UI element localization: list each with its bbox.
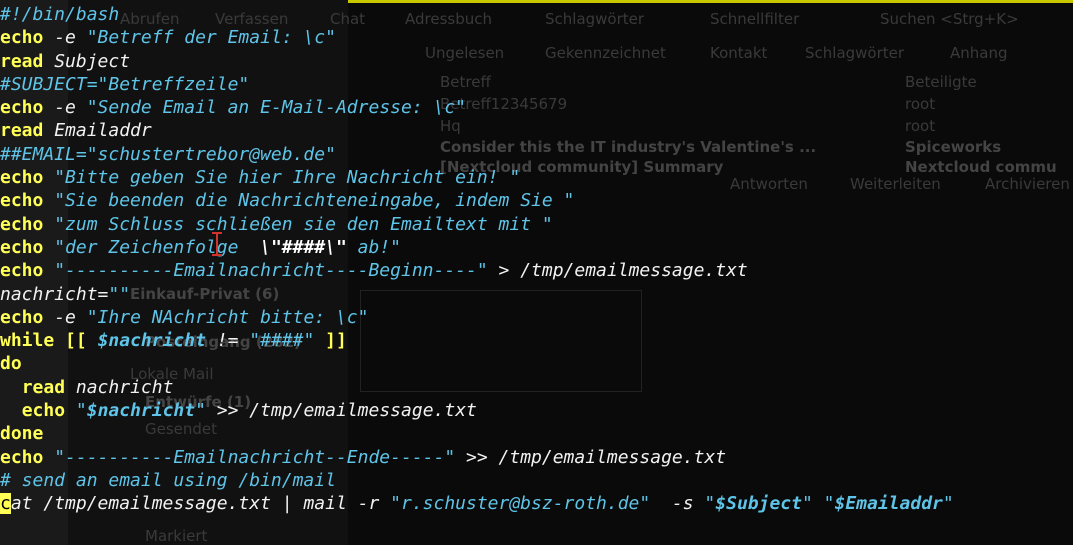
code-token: echo — [21, 400, 66, 422]
code-line[interactable]: read Subject — [0, 50, 1073, 73]
code-line[interactable]: ##EMAIL="schustertrebor@web.de" — [0, 143, 1073, 166]
code-token: at /tmp/emailmessage.txt | mail -r — [10, 493, 391, 515]
code-line[interactable]: echo "----------Emailnachricht--Ende----… — [0, 446, 1073, 469]
code-token: " — [801, 493, 813, 515]
code-token: echo — [0, 260, 44, 282]
code-token: nachricht= — [0, 283, 109, 305]
code-token: echo — [0, 236, 44, 258]
code-token: -e — [43, 97, 87, 119]
code-token: " — [823, 493, 835, 515]
code-token: " — [195, 400, 206, 422]
code-token: nachricht — [65, 376, 174, 398]
code-token: "Sende Email an E-Mail-Adresse: \c" — [86, 97, 467, 119]
code-token: echo — [0, 27, 44, 49]
code-token: \"####\" — [260, 236, 347, 258]
code-line[interactable]: read nachricht — [0, 376, 1073, 399]
code-token: "####" — [249, 330, 315, 352]
code-line[interactable]: echo "Bitte geben Sie hier Ihre Nachrich… — [0, 166, 1073, 189]
code-token: Emailaddr — [43, 120, 152, 142]
code-token: > /tmp/emailmessage.txt — [487, 260, 748, 282]
code-token: echo — [0, 306, 44, 328]
code-token: $nachricht — [97, 330, 206, 352]
code-line[interactable]: echo "Sie beenden die Nachrichteneingabe… — [0, 189, 1073, 212]
code-token: "der Zeichenfolge — [54, 236, 261, 258]
code-token: $Emailaddr — [834, 493, 943, 515]
terminal-cursor: c — [0, 493, 11, 515]
code-line[interactable]: do — [0, 352, 1073, 375]
code-line[interactable]: #SUBJECT="Betreffzeile" — [0, 73, 1073, 96]
code-line[interactable]: echo -e "Betreff der Email: \c" — [0, 26, 1073, 49]
code-token: "Sie beenden die Nachrichteneingabe, ind… — [54, 190, 575, 212]
code-token: "Ihre NAchricht bitte: \c" — [86, 306, 369, 328]
terminal-editor[interactable]: #!/bin/bash echo -e "Betreff der Email: \… — [0, 3, 1073, 545]
code-line[interactable]: echo "zum Schluss schließen sie den Emai… — [0, 213, 1073, 236]
code-token: echo — [0, 446, 44, 468]
code-line[interactable]: # send an email using /bin/mail — [0, 469, 1073, 492]
code-token: " — [75, 400, 87, 422]
code-line[interactable]: echo "----------Emailnachricht----Beginn… — [0, 259, 1073, 282]
code-token: "Bitte geben Sie hier Ihre Nachricht ein… — [54, 167, 521, 189]
code-token: ]] — [325, 330, 347, 352]
code-token: "" — [108, 283, 131, 305]
code-token: [[ — [65, 330, 87, 352]
code-line[interactable]: echo -e "Ihre NAchricht bitte: \c" — [0, 306, 1073, 329]
code-token: echo — [0, 97, 44, 119]
code-token: -e — [43, 306, 87, 328]
code-token: "Betreff der Email: \c" — [86, 27, 336, 49]
code-token: -e — [43, 27, 87, 49]
code-token: # send an email using /bin/mail — [0, 469, 336, 491]
code-token: $Subject — [715, 493, 802, 515]
code-token: echo — [0, 167, 44, 189]
code-line[interactable]: nachricht="" — [0, 283, 1073, 306]
code-token: read — [0, 50, 44, 72]
code-line[interactable]: echo -e "Sende Email an E-Mail-Adresse: … — [0, 96, 1073, 119]
code-token: $nachricht — [86, 400, 196, 422]
text-cursor-ibeam-icon — [212, 232, 222, 256]
code-token: != — [205, 330, 250, 352]
code-token: " — [942, 493, 954, 515]
code-token: >> /tmp/emailmessage.txt — [205, 400, 477, 422]
code-token: done — [0, 423, 44, 445]
code-token: echo — [0, 190, 44, 212]
code-token: ##EMAIL="schustertrebor@web.de" — [0, 143, 336, 165]
code-token: while — [0, 330, 55, 352]
code-token: "----------Emailnachricht----Beginn----" — [54, 260, 488, 282]
code-line[interactable]: read Emailaddr — [0, 119, 1073, 142]
code-token: "r.schuster@bsz-roth.de" — [390, 493, 651, 515]
code-line[interactable]: #!/bin/bash — [0, 3, 1073, 26]
code-token: echo — [0, 213, 44, 235]
code-token: " — [704, 493, 716, 515]
code-token: "zum Schluss schließen sie den Emailtext… — [54, 213, 553, 235]
code-token: Subject — [43, 50, 131, 72]
code-line[interactable]: echo "der Zeichenfolge \"####\" ab!" — [0, 236, 1073, 259]
code-token: ab!" — [346, 236, 401, 258]
code-token: read — [0, 120, 44, 142]
code-token: do — [0, 353, 22, 375]
code-line[interactable]: done — [0, 422, 1073, 445]
code-token: "----------Emailnachricht--Ende-----" — [54, 446, 456, 468]
code-line[interactable]: echo "$nachricht" >> /tmp/emailmessage.t… — [0, 399, 1073, 422]
code-token: -s — [650, 493, 705, 515]
code-token: read — [21, 376, 66, 398]
code-token: >> /tmp/emailmessage.txt — [455, 446, 727, 468]
code-line[interactable]: while [[ $nachricht != "####" ]] — [0, 329, 1073, 352]
code-token: #!/bin/bash — [0, 4, 120, 25]
code-line[interactable]: cat /tmp/emailmessage.txt | mail -r "r.s… — [0, 492, 1073, 515]
code-token: #SUBJECT="Betreffzeile" — [0, 73, 250, 95]
